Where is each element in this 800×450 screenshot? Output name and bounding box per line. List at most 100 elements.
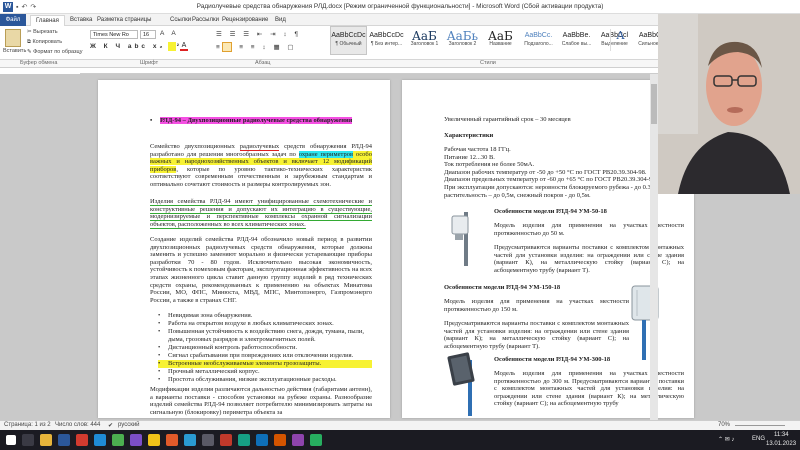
word-window: W ▪↶↷ Радиолучевые средства обнаружения … [0,0,800,450]
word-count[interactable]: Число слов: 444 [55,422,100,428]
style-preview: AaBbCc. [524,32,553,39]
style-name: Название [489,41,512,47]
style-item[interactable]: AaBbCcDc ¶ Без интер... [368,26,405,55]
style-item[interactable]: AaБ Название [482,26,519,55]
app-icon-blue[interactable] [184,434,196,446]
tab-view[interactable]: Вид [275,15,286,26]
page-count[interactable]: Страница: 1 из 2 [4,422,51,428]
tab-review[interactable]: Рецензирование [222,15,268,26]
list-item[interactable]: Прочный металлический корпус. [158,368,372,376]
clock-time[interactable]: 11:34 [774,432,789,438]
list-item[interactable]: Невидимая зона обнаружения. [158,312,372,320]
app-icon-navy[interactable] [256,434,268,446]
font-name-select[interactable]: Times New Ro [90,30,138,39]
spec-line: Рабочая частота 18 ГГц. [444,146,511,153]
status-bar: Страница: 1 из 2 Число слов: 444 ✔ русск… [0,420,800,430]
app-icon-red[interactable] [76,434,88,446]
tab-mailings[interactable]: Рассылки [192,15,219,26]
app-icon-orange[interactable] [166,434,178,446]
list-item[interactable]: Встроенные необслуживаемые элементы гроз… [158,360,372,368]
p1-f: приборов [150,165,177,173]
list-item[interactable]: Повышенная устойчивость к воздействию сн… [158,328,372,344]
list-item[interactable]: Дистанционный контроль работоспособности… [158,344,372,352]
app-icon-yellow[interactable] [148,434,160,446]
warranty-text[interactable]: Увеличенный гарантийный срок – 30 месяце… [444,116,684,124]
style-item[interactable]: AaBbBe. Слабое вы... [558,26,595,55]
paragraph-4[interactable]: Модификации изделия различаются дальност… [150,386,372,416]
antenna-um150-image [631,285,659,360]
specs-list[interactable]: Рабочая частота 18 ГГц. Питание 12...30 … [444,146,684,199]
word-taskbar-icon[interactable] [58,434,70,446]
style-item[interactable]: AaБь Заголовок 2 [444,26,481,55]
tab-home[interactable]: Главная [30,15,65,26]
tab-insert[interactable]: Вставка [70,15,92,26]
horizontal-ruler[interactable] [80,68,660,74]
app-icon-dark-red[interactable] [220,434,232,446]
highlight-color-icon[interactable] [168,42,176,51]
tab-references[interactable]: Ссылки [170,15,191,26]
group-label-clipboard: Буфер обмена [20,60,58,66]
font-size-select[interactable]: 16 [140,30,156,39]
app-icon-gray[interactable] [202,434,214,446]
proofing-icon[interactable]: ✔ [108,422,113,429]
specs-title[interactable]: Характеристики [444,132,684,140]
app-icon-lime[interactable] [310,434,322,446]
app-icon-green[interactable] [112,434,124,446]
app-icon-amber[interactable] [274,434,286,446]
style-name: ¶ Обычный [335,41,362,47]
page-left[interactable]: • РЛД-94 – Двухпозиционные радиолучевые с… [98,80,390,418]
app-icon-teal[interactable] [238,434,250,446]
style-name: Заголовок 1 [410,41,439,47]
style-preview: AaБ [488,29,513,41]
tab-file[interactable]: Файл [0,14,26,26]
language-indicator[interactable]: русский [118,422,140,428]
tray-icons[interactable]: ⌃ ✉ ♪ [718,436,734,443]
change-styles-button[interactable]: A [610,29,630,51]
webcam-overlay [658,14,800,194]
title-bar: W ▪↶↷ Радиолучевые средства обнаружения … [0,0,800,14]
app-icon-purple[interactable] [130,434,142,446]
vertical-scrollbar[interactable] [650,74,658,420]
paragraph-1[interactable]: Семейство двухпозиционных радиолучевых с… [150,143,372,189]
tab-page-layout[interactable]: Разметка страницы [97,15,151,26]
list-buttons[interactable]: ☰ ☰ ☰ ⇤ ⇥ ↕ ¶ [216,30,301,38]
browser-icon[interactable] [94,434,106,446]
app-icon-violet[interactable] [292,434,304,446]
zoom-slider[interactable] [735,425,785,426]
folder-icon[interactable] [40,434,52,446]
heading-bullet[interactable]: • РЛД-94 – Двухпозиционные радиолучевые с… [150,117,370,125]
list-item[interactable]: Сигнал срабатывания при повреждениях или… [158,352,372,360]
group-label-styles: Стили [480,60,496,66]
cut-label: Вырезать [33,29,58,35]
paste-icon[interactable] [5,29,21,47]
zoom-level[interactable]: 70% [718,422,730,428]
copy-label: Копировать [32,39,63,45]
font-grow-shrink[interactable]: A A [160,30,179,37]
clock-date[interactable]: 13.01.2023 [766,441,796,447]
p1-a: Семейство двухпозиционных [150,143,240,150]
style-item[interactable]: AaBbCc. Подзаголо... [520,26,557,55]
start-icon[interactable] [6,435,16,445]
style-item[interactable]: AaБ Заголовок 1 [406,26,443,55]
model2-title[interactable]: Особенности модели РЛД-94 УМ-150-18 [444,284,634,292]
model2-desc[interactable]: Модель изделия для применения на участка… [444,298,629,313]
p1-g: , которые по уровню тактико-технических … [150,165,372,188]
scrollbar-thumb[interactable] [651,84,657,124]
model2-variants[interactable]: Предусматриваются варианты поставки с ко… [444,320,629,350]
format-painter-button[interactable]: ✎ Формат по образцу [27,49,82,55]
search-icon[interactable] [22,434,34,446]
antenna-um50-image [451,212,469,266]
paragraph-3[interactable]: Создание изделий семейства РЛД-94 обозна… [150,236,372,304]
style-item[interactable]: AaBbCcDc ¶ Обычный [330,26,367,55]
paragraph-2[interactable]: Изделия семейства РЛД-94 имеют унифициро… [150,198,372,229]
list-item[interactable]: Работа на открытом воздухе в любых клима… [158,320,372,328]
cut-button[interactable]: ✂ Вырезать [27,29,58,35]
input-language[interactable]: ENG [752,436,765,442]
paste-button[interactable]: Вставить [3,48,26,54]
list-item[interactable]: Простота обслуживания, низкие эксплуатац… [158,376,372,384]
align-left-selected[interactable] [222,42,232,52]
font-color-icon[interactable]: A [180,42,188,51]
style-preview: AaBbBe. [562,32,591,39]
style-preview: AaBbCcDc [331,32,366,39]
copy-button[interactable]: ⧉ Копировать [27,39,62,46]
